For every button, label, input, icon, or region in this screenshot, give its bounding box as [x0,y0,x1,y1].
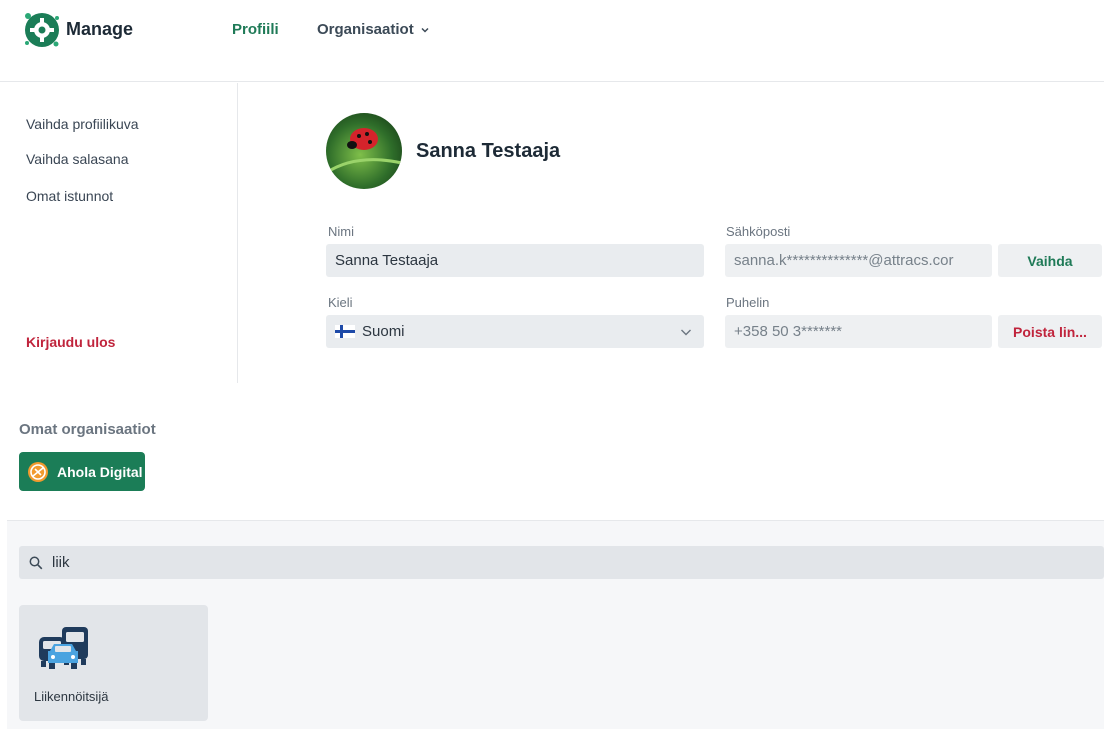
search-icon [29,556,43,569]
language-select-value: Suomi [362,323,405,340]
brand-name[interactable]: Manage [66,19,133,40]
chevron-down-icon [681,329,691,336]
finland-flag-icon [335,325,355,338]
ladybug-photo-icon [326,113,402,189]
nav-organizations-dropdown[interactable]: Organisaatiot [317,21,430,38]
organizations-heading: Omat organisaatiot [19,421,156,438]
phone-field-value: +358 50 3******* [734,323,843,340]
sidebar-item-change-picture[interactable]: Vaihda profiilikuva [26,116,139,132]
sidebar-item-sessions[interactable]: Omat istunnot [26,188,113,204]
language-select[interactable]: Suomi [326,315,704,348]
name-field-value: Sanna Testaaja [335,252,439,269]
manage-logo-icon[interactable] [22,10,62,50]
name-field[interactable]: Sanna Testaaja [326,244,704,277]
organization-logo-icon [28,461,48,482]
phone-label: Puhelin [726,295,770,310]
avatar [326,113,402,189]
organization-label: Ahola Digital [57,463,143,480]
nav-profile-link[interactable]: Profiili [232,21,279,38]
email-field-value: sanna.k**************@attracs.cor [734,252,954,269]
logout-link[interactable]: Kirjaudu ulos [26,334,115,350]
nav-organizations-label: Organisaatiot [317,21,414,38]
remove-phone-button[interactable]: Poista lin... [998,315,1102,348]
language-label: Kieli [328,295,353,310]
app-label: Liikennöitsijä [34,689,109,704]
search-input-value: liik [52,554,70,571]
name-label: Nimi [328,224,354,239]
profile-name: Sanna Testaaja [416,140,561,162]
vehicles-icon [39,627,88,669]
app-search-input[interactable]: liik [19,546,1104,579]
chevron-down-icon [421,27,429,33]
top-navigation: Manage Profiili Organisaatiot [0,0,1104,82]
email-label: Sähköposti [726,224,791,239]
phone-field: +358 50 3******* [725,315,992,348]
profile-sidebar: Vaihda profiilikuva Vaihda salasana Omat… [0,83,238,383]
organization-button[interactable]: Ahola Digital [19,452,145,491]
change-email-button[interactable]: Vaihda [998,244,1102,277]
email-field: sanna.k**************@attracs.cor [725,244,992,277]
sidebar-item-change-password[interactable]: Vaihda salasana [26,151,128,167]
app-tile[interactable]: Liikennöitsijä [19,605,208,721]
